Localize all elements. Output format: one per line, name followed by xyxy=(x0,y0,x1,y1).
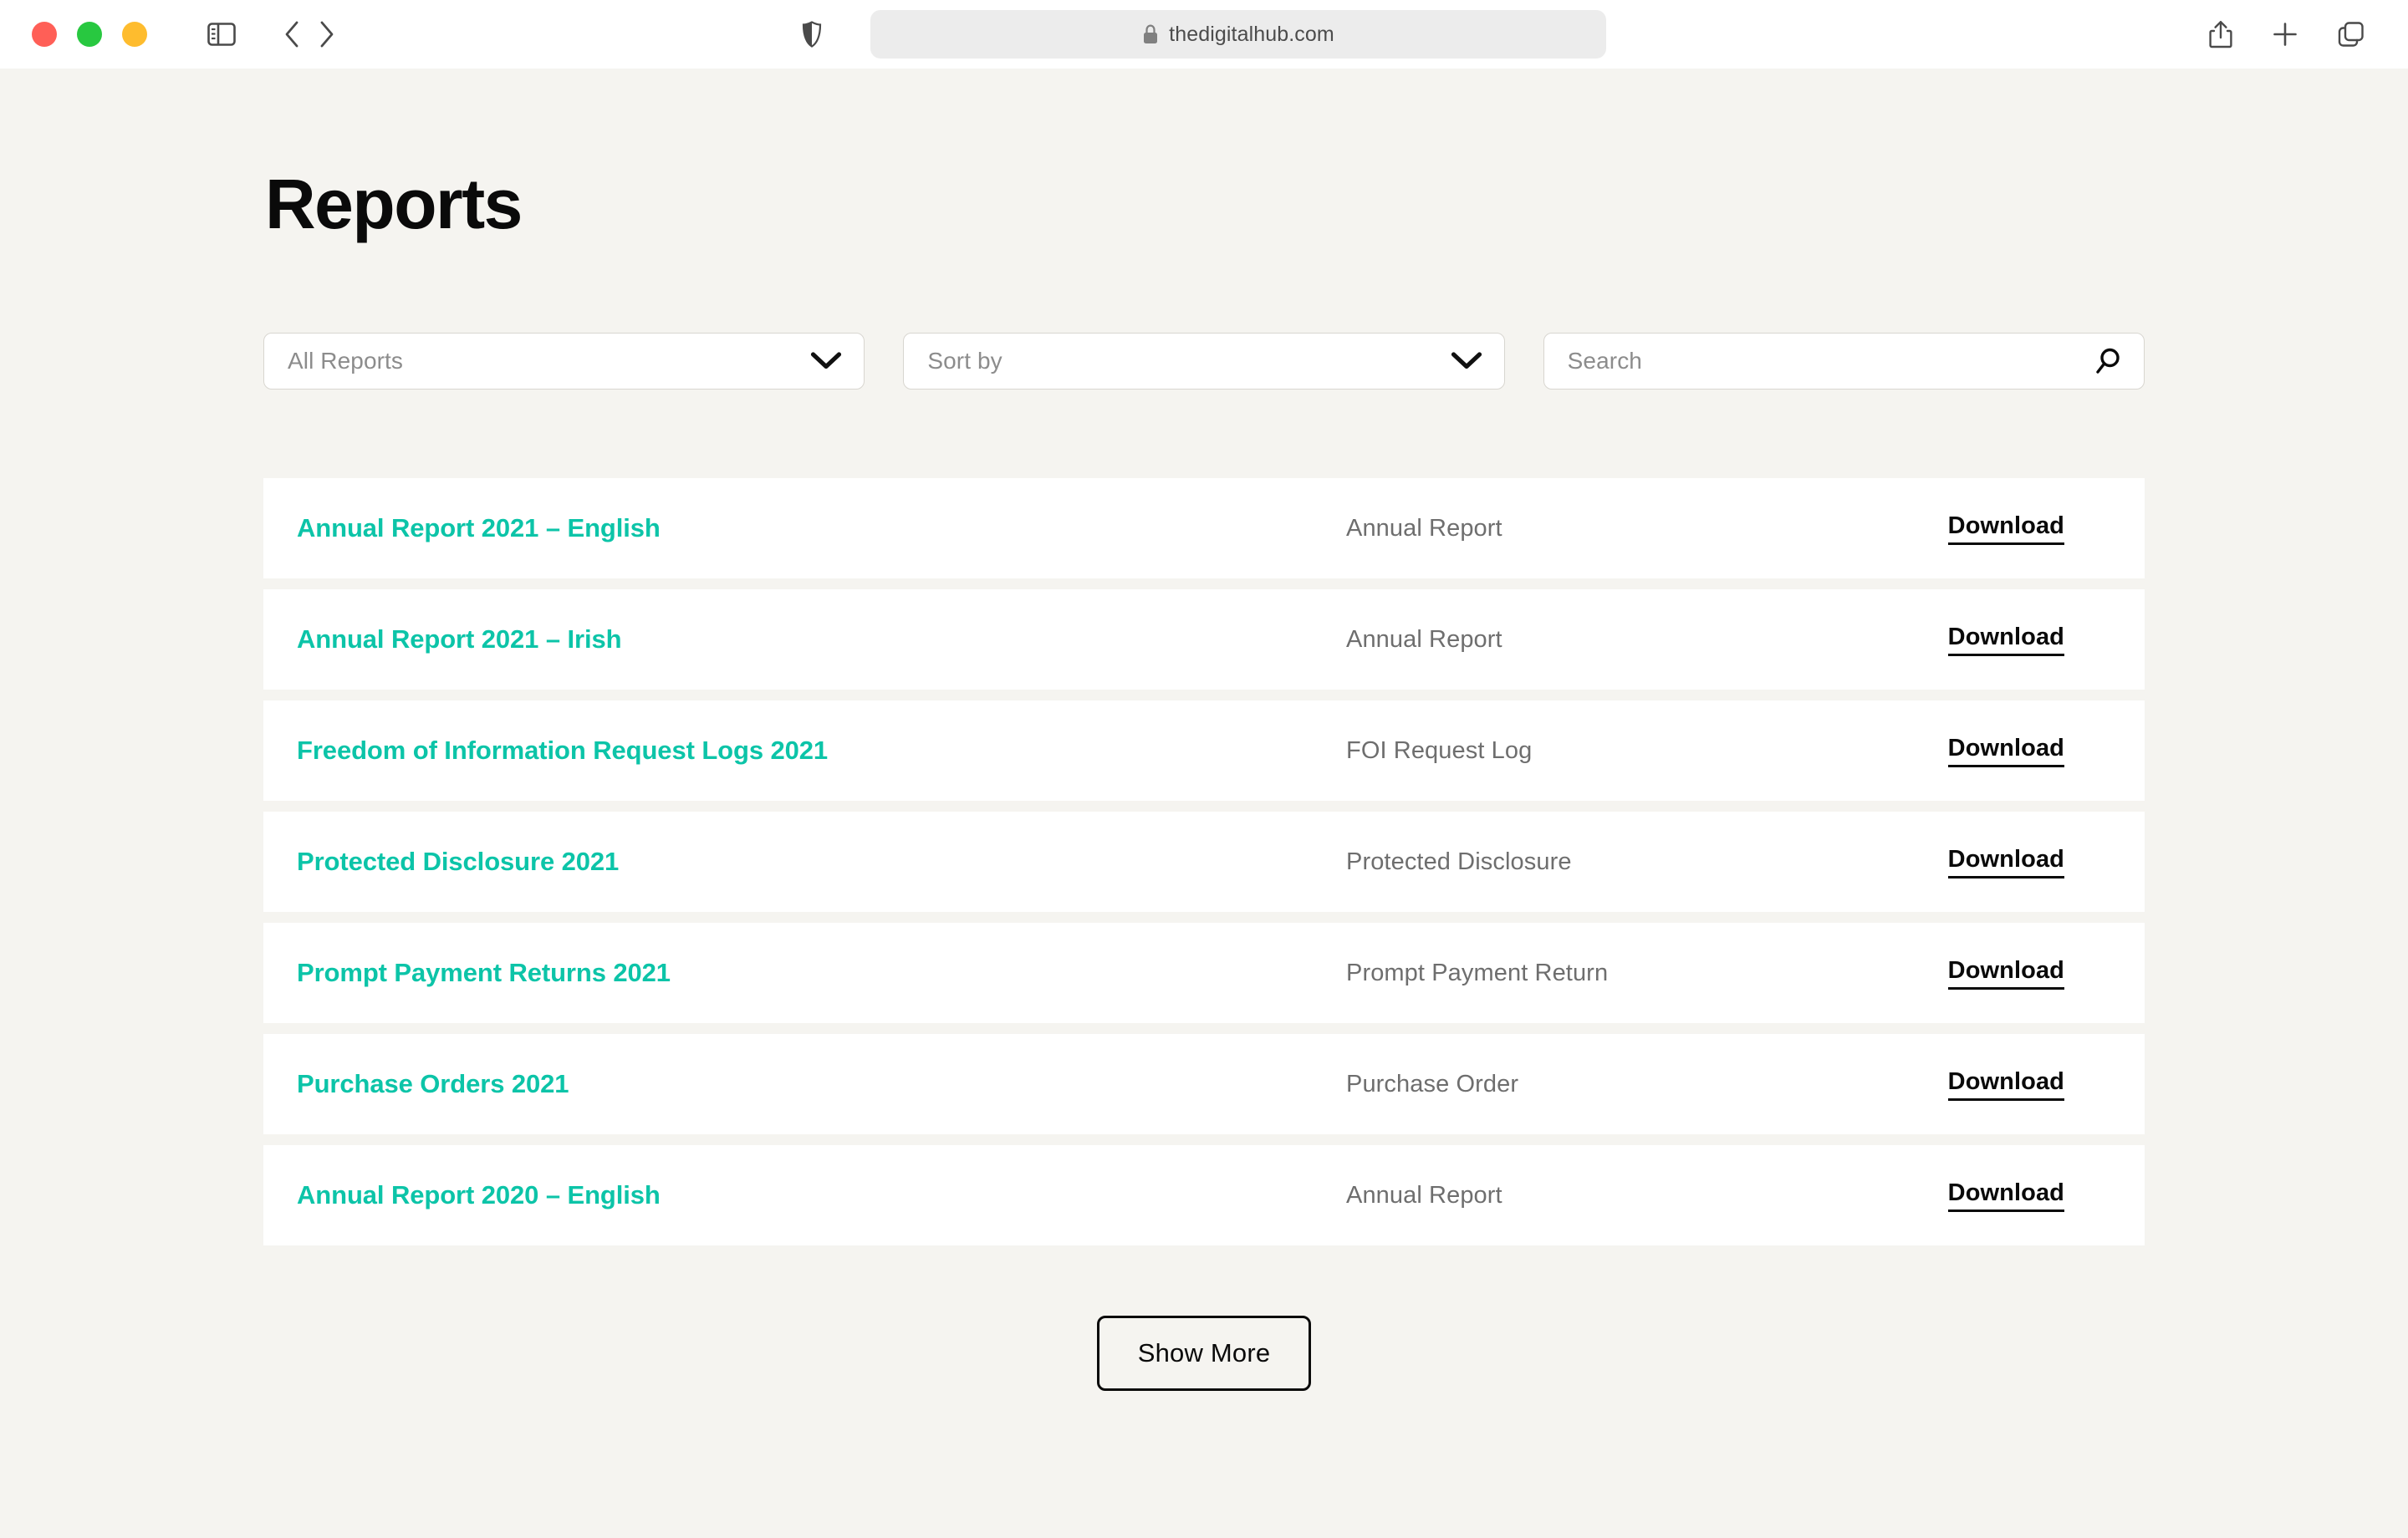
tabs-icon xyxy=(2338,22,2364,47)
share-icon xyxy=(2209,21,2232,48)
report-title-link[interactable]: Annual Report 2020 – English xyxy=(297,1180,1346,1210)
download-link[interactable]: Download xyxy=(1947,512,2064,545)
sidebar-toggle-button[interactable] xyxy=(207,23,236,46)
table-row: Freedom of Information Request Logs 2021… xyxy=(263,700,2145,801)
page-body: Reports All Reports Sort by Search Annua… xyxy=(0,69,2408,1538)
window-controls xyxy=(32,22,147,47)
category-filter-select[interactable]: All Reports xyxy=(263,333,865,390)
tab-overview-button[interactable] xyxy=(2338,21,2365,48)
report-category: Annual Report xyxy=(1346,1181,1502,1209)
lock-icon xyxy=(1144,23,1158,43)
report-title-link[interactable]: Freedom of Information Request Logs 2021 xyxy=(297,736,1346,766)
search-field[interactable]: Search xyxy=(1543,333,2145,390)
page-title: Reports xyxy=(265,165,523,243)
report-title-link[interactable]: Protected Disclosure 2021 xyxy=(297,847,1346,877)
browser-toolbar: thedigitalhub.com xyxy=(0,0,2408,69)
table-row: Protected Disclosure 2021 Protected Disc… xyxy=(263,812,2145,912)
navigation-buttons xyxy=(283,20,336,48)
table-row: Annual Report 2020 – English Annual Repo… xyxy=(263,1145,2145,1245)
chevron-left-icon xyxy=(285,21,298,48)
minimize-window-button[interactable] xyxy=(77,22,102,47)
report-category: Annual Report xyxy=(1346,625,1502,653)
search-icon[interactable] xyxy=(2094,347,2122,375)
chevron-down-icon xyxy=(810,351,842,371)
report-title-link[interactable]: Annual Report 2021 – English xyxy=(297,513,1346,543)
download-link[interactable]: Download xyxy=(1947,735,2064,767)
report-category: Protected Disclosure xyxy=(1346,848,1572,875)
toolbar-right-actions xyxy=(2209,20,2365,48)
report-title-link[interactable]: Annual Report 2021 – Irish xyxy=(297,624,1346,654)
download-link[interactable]: Download xyxy=(1947,1068,2064,1101)
share-button[interactable] xyxy=(2209,20,2232,48)
close-window-button[interactable] xyxy=(32,22,57,47)
privacy-report-button[interactable] xyxy=(802,21,822,48)
forward-button[interactable] xyxy=(318,20,336,48)
shield-icon xyxy=(802,21,822,48)
show-more-button[interactable]: Show More xyxy=(1096,1316,1312,1391)
table-row: Prompt Payment Returns 2021 Prompt Payme… xyxy=(263,923,2145,1023)
chevron-right-icon xyxy=(320,21,334,48)
address-bar-area: thedigitalhub.com xyxy=(0,0,2408,69)
sort-by-value: Sort by xyxy=(927,348,1002,374)
table-row: Purchase Orders 2021 Purchase Order Down… xyxy=(263,1034,2145,1134)
download-link[interactable]: Download xyxy=(1947,1179,2064,1212)
category-filter-value: All Reports xyxy=(288,348,404,374)
maximize-window-button[interactable] xyxy=(122,22,147,47)
reports-list: Annual Report 2021 – English Annual Repo… xyxy=(263,478,2145,1245)
new-tab-button[interactable] xyxy=(2273,22,2298,47)
download-link[interactable]: Download xyxy=(1947,846,2064,878)
show-more-container: Show More xyxy=(263,1316,2145,1391)
chevron-down-icon xyxy=(1451,351,1482,371)
back-button[interactable] xyxy=(283,20,301,48)
sort-by-select[interactable]: Sort by xyxy=(903,333,1505,390)
table-row: Annual Report 2021 – English Annual Repo… xyxy=(263,478,2145,578)
download-link[interactable]: Download xyxy=(1947,624,2064,656)
sidebar-icon xyxy=(207,23,236,46)
plus-icon xyxy=(2273,23,2297,46)
table-row: Annual Report 2021 – Irish Annual Report… xyxy=(263,589,2145,690)
report-category: Prompt Payment Return xyxy=(1346,959,1609,986)
url-bar[interactable]: thedigitalhub.com xyxy=(870,10,1606,59)
report-category: Annual Report xyxy=(1346,514,1502,542)
report-title-link[interactable]: Purchase Orders 2021 xyxy=(297,1069,1346,1099)
filter-bar: All Reports Sort by Search xyxy=(263,333,2145,390)
report-title-link[interactable]: Prompt Payment Returns 2021 xyxy=(297,958,1346,988)
report-category: FOI Request Log xyxy=(1346,736,1533,764)
search-placeholder: Search xyxy=(1567,348,1642,374)
report-category: Purchase Order xyxy=(1346,1070,1519,1097)
download-link[interactable]: Download xyxy=(1947,957,2064,990)
content-container: Reports All Reports Sort by Search Annua… xyxy=(263,69,2145,1391)
url-text: thedigitalhub.com xyxy=(1169,22,1334,46)
